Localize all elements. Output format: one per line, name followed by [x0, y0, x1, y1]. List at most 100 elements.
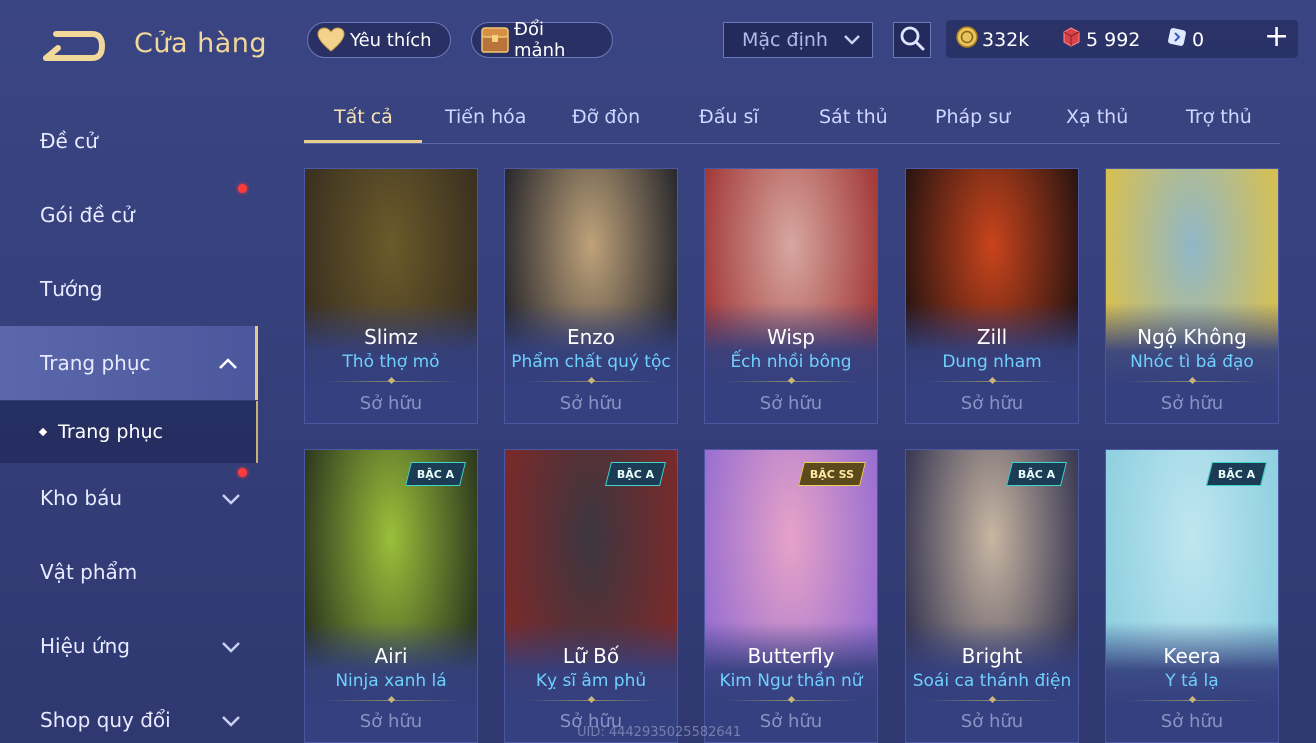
- tier-badge: BẬC A: [1005, 462, 1067, 486]
- shard-exchange-button[interactable]: Đổi mảnh: [471, 19, 613, 61]
- sidebar-subitem-skins[interactable]: Trang phục: [0, 401, 258, 463]
- tab-marksman[interactable]: Xạ thủ: [1066, 106, 1128, 128]
- tab-fighter[interactable]: Đấu sĩ: [699, 106, 759, 128]
- sidebar-item-label: Shop quy đổi: [40, 708, 171, 732]
- sidebar-item-effects[interactable]: Hiệu ứng: [0, 609, 258, 683]
- divider: [325, 381, 459, 382]
- skin-name: Thỏ thợ mỏ: [342, 352, 440, 372]
- skin-name: Ninja xanh lá: [335, 671, 447, 691]
- heart-icon: [316, 26, 346, 54]
- sidebar-item-heroes[interactable]: Tướng: [0, 252, 258, 326]
- sidebar-item-exchange-shop[interactable]: Shop quy đổi: [0, 683, 258, 743]
- sidebar-item-label: Gói đề cử: [40, 203, 135, 227]
- owned-status: Sở hữu: [759, 393, 823, 414]
- divider: [725, 381, 859, 382]
- skin-card[interactable]: Enzo Phẩm chất quý tộc Sở hữu: [504, 168, 678, 424]
- tab-evolution[interactable]: Tiến hóa: [445, 106, 526, 128]
- voucher-balance: 0: [1166, 26, 1204, 53]
- sort-value: Mặc định: [742, 29, 828, 51]
- chevron-down-icon: [220, 489, 242, 513]
- chevron-down-icon: [220, 637, 242, 661]
- tab-assassin[interactable]: Sát thủ: [819, 106, 888, 128]
- sidebar-item-label: Tướng: [40, 277, 103, 301]
- owned-status: Sở hữu: [960, 711, 1024, 732]
- skin-name: Ếch nhồi bông: [730, 352, 852, 372]
- skin-card[interactable]: BẬC A Keera Y tá lạ Sở hữu: [1105, 449, 1279, 743]
- notification-dot: [238, 468, 247, 477]
- hero-name: Ngộ Không: [1137, 325, 1247, 349]
- hero-name: Wisp: [766, 325, 815, 349]
- page-title: Cửa hàng: [134, 28, 268, 59]
- voucher-amount: 0: [1192, 28, 1205, 51]
- gold-coin-icon: [956, 26, 982, 53]
- skin-card[interactable]: BẬC A Bright Soái ca thánh điện Sở hữu: [905, 449, 1079, 743]
- hero-name: Zill: [976, 325, 1008, 349]
- tier-badge-label: BẬC SS: [809, 467, 854, 481]
- divider: [1126, 700, 1260, 701]
- divider: [926, 381, 1060, 382]
- tab-mage[interactable]: Pháp sư: [935, 106, 1010, 128]
- diamond-bullet-icon: [38, 427, 48, 437]
- tab-all[interactable]: Tất cả: [334, 106, 393, 128]
- hero-name: Enzo: [566, 325, 616, 349]
- sidebar-item-recommended[interactable]: Đề cử: [0, 104, 258, 178]
- skin-card[interactable]: Zill Dung nham Sở hữu: [905, 168, 1079, 424]
- tier-badge-label: BẬC A: [616, 467, 654, 481]
- back-arrow-icon[interactable]: [36, 24, 108, 64]
- uid-watermark: UID: 4442935025582641: [577, 725, 742, 740]
- tab-tank[interactable]: Đỡ đòn: [572, 106, 640, 128]
- shard-label: Đổi mảnh: [514, 19, 566, 61]
- hero-name: Bright: [961, 644, 1023, 668]
- hero-name: Butterfly: [747, 644, 835, 668]
- skin-name: Dung nham: [942, 352, 1042, 372]
- tier-badge: BẬC A: [404, 462, 466, 486]
- sidebar-item-treasure[interactable]: Kho báu: [0, 461, 258, 535]
- skin-name: Nhóc tì bá đạo: [1130, 352, 1254, 372]
- owned-status: Sở hữu: [1160, 711, 1224, 732]
- skin-name: Kim Ngư thần nữ: [719, 671, 863, 691]
- sort-dropdown[interactable]: Mặc định: [723, 22, 873, 58]
- chevron-down-icon: [842, 31, 862, 54]
- skin-card[interactable]: Ngộ Không Nhóc tì bá đạo Sở hữu: [1105, 168, 1279, 424]
- skin-card[interactable]: BẬC SS Butterfly Kim Ngư thần nữ Sở hữu: [704, 449, 878, 743]
- hero-name: Lữ Bố: [562, 644, 620, 668]
- add-currency-button[interactable]: +: [1264, 22, 1289, 52]
- tier-badge-label: BẬC A: [416, 467, 454, 481]
- sidebar-item-recommended-packs[interactable]: Gói đề cử: [0, 178, 258, 252]
- skin-card[interactable]: Wisp Ếch nhồi bông Sở hữu: [704, 168, 878, 424]
- tier-badge-label: BẬC A: [1017, 467, 1055, 481]
- skin-name: Soái ca thánh điện: [912, 671, 1072, 691]
- chevron-down-icon: [220, 711, 242, 735]
- divider: [926, 700, 1060, 701]
- voucher-icon: [1166, 26, 1192, 53]
- owned-status: Sở hữu: [359, 393, 423, 414]
- tier-badge: BẬC A: [1205, 462, 1267, 486]
- tier-badge: BẬC SS: [797, 462, 866, 486]
- divider: [525, 381, 659, 382]
- skin-card[interactable]: BẬC A Airi Ninja xanh lá Sở hữu: [304, 449, 478, 743]
- favorite-button[interactable]: Yêu thích: [307, 22, 451, 58]
- search-button[interactable]: [893, 22, 931, 58]
- ruby-amount: 5 992: [1086, 28, 1141, 51]
- divider: [1126, 381, 1260, 382]
- owned-status: Sở hữu: [559, 393, 623, 414]
- skin-name: Phẩm chất quý tộc: [511, 352, 671, 372]
- search-icon: [899, 25, 925, 55]
- skin-card[interactable]: Slimz Thỏ thợ mỏ Sở hữu: [304, 168, 478, 424]
- skin-card[interactable]: BẬC A Lữ Bố Kỵ sĩ âm phủ Sở hữu: [504, 449, 678, 743]
- notification-dot: [238, 184, 247, 193]
- ruby-icon: [1060, 26, 1086, 53]
- sidebar-item-label: Đề cử: [40, 129, 98, 153]
- sidebar-item-label: Trang phục: [40, 351, 151, 375]
- sidebar-item-items[interactable]: Vật phẩm: [0, 535, 258, 609]
- sidebar: Đề cử Gói đề cử Tướng Trang phục Trang p…: [0, 100, 258, 743]
- divider: [525, 700, 659, 701]
- tab-support[interactable]: Trợ thủ: [1186, 106, 1252, 128]
- skin-name: Y tá lạ: [1165, 671, 1219, 691]
- owned-status: Sở hữu: [359, 711, 423, 732]
- chevron-up-icon: [217, 354, 239, 378]
- sidebar-item-skins[interactable]: Trang phục: [0, 326, 258, 400]
- favorite-label: Yêu thích: [350, 29, 432, 51]
- hero-name: Keera: [1163, 644, 1221, 668]
- sidebar-item-label: Hiệu ứng: [40, 634, 130, 658]
